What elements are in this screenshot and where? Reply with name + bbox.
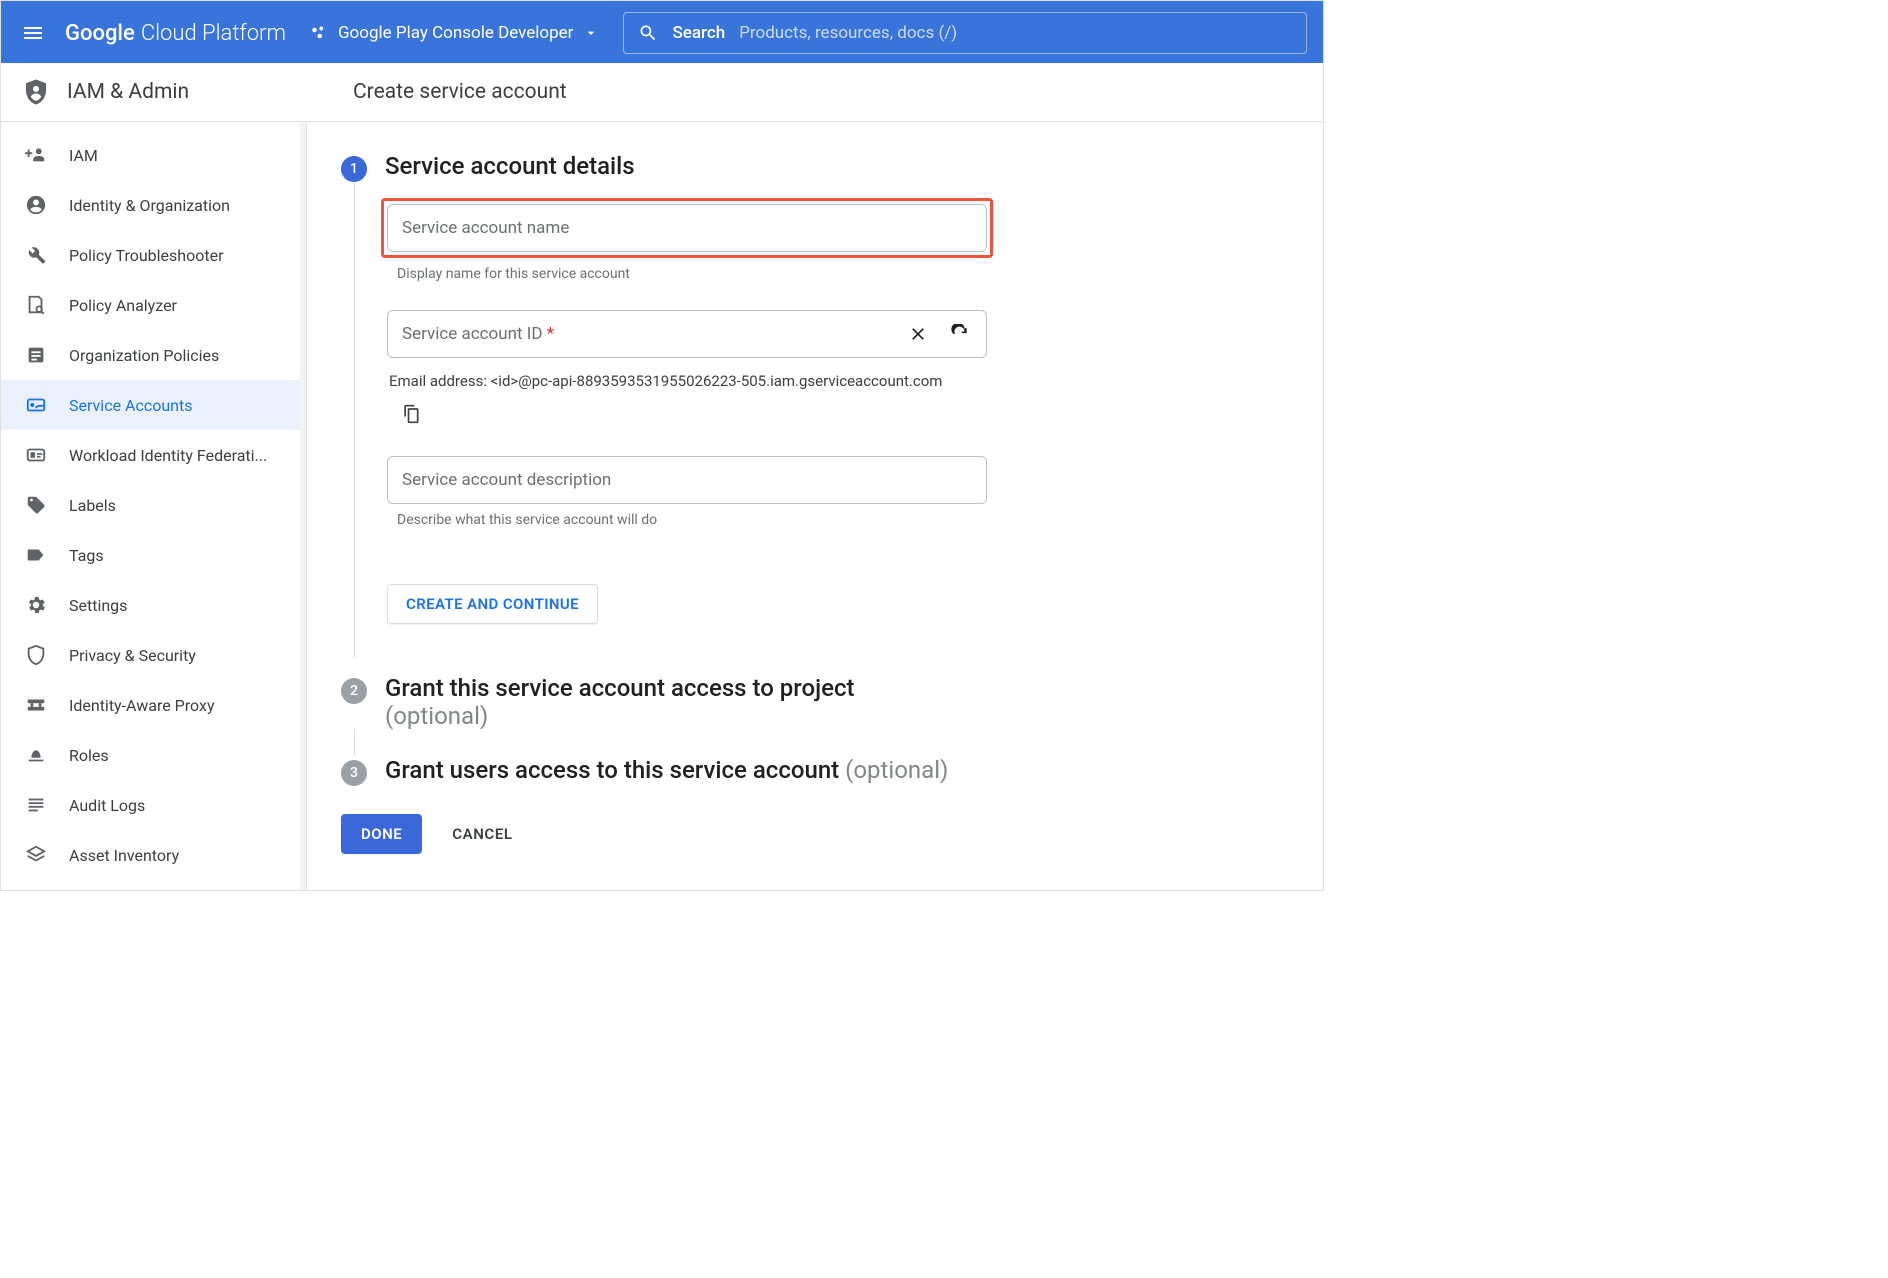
logo-google: Google — [65, 21, 135, 46]
logo-cloud-platform: Cloud Platform — [141, 21, 286, 46]
project-picker[interactable]: Google Play Console Developer — [302, 23, 607, 43]
gear-icon — [25, 594, 47, 616]
sidebar-scrollbar[interactable] — [300, 122, 306, 890]
service-account-name-helper: Display name for this service account — [387, 266, 987, 282]
sidebar-item-label: Asset Inventory — [69, 846, 179, 865]
sidebar-item-service-accounts[interactable]: Service Accounts — [1, 380, 306, 430]
service-account-icon — [25, 394, 47, 416]
iam-shield-icon — [21, 77, 51, 107]
service-account-name-input[interactable] — [387, 204, 987, 252]
sidebar-item-tags[interactable]: Tags — [1, 530, 306, 580]
sidebar-item-label: Policy Troubleshooter — [69, 246, 224, 265]
tag-icon — [25, 494, 47, 516]
sidebar-item-identity-org[interactable]: Identity & Organization — [1, 180, 306, 230]
menu-button[interactable] — [17, 17, 49, 49]
required-mark: * — [547, 324, 554, 344]
service-account-name-highlight — [381, 198, 993, 258]
service-account-description-input[interactable] — [387, 456, 987, 504]
label-arrow-icon — [25, 544, 47, 566]
project-name: Google Play Console Developer — [338, 23, 573, 43]
step-2-header[interactable]: 2 Grant this service account access to p… — [341, 674, 1323, 730]
sidebar-item-label: Service Accounts — [69, 396, 192, 415]
wrench-icon — [25, 244, 47, 266]
done-button[interactable]: DONE — [341, 814, 422, 854]
page-title: Create service account — [353, 80, 567, 104]
lines-icon — [25, 794, 47, 816]
refresh-icon — [950, 324, 970, 344]
account-circle-icon — [25, 194, 47, 216]
search-label: Search — [672, 23, 725, 43]
page-actions: DONE CANCEL — [307, 814, 1323, 854]
cancel-button[interactable]: CANCEL — [452, 825, 512, 843]
sidebar-item-roles[interactable]: Roles — [1, 730, 306, 780]
hamburger-icon — [21, 21, 45, 45]
sidebar-item-label: IAM — [69, 146, 98, 165]
hat-icon — [25, 744, 47, 766]
sidebar-item-org-policies[interactable]: Organization Policies — [1, 330, 306, 380]
step-3-optional: (optional) — [845, 756, 948, 784]
service-account-id-placeholder: Service account ID — [402, 324, 543, 344]
search-bar[interactable]: Search — [623, 12, 1307, 54]
clear-id-button[interactable] — [906, 322, 930, 346]
step-1-title: Service account details — [385, 152, 635, 180]
copy-icon — [401, 404, 421, 424]
step-1-header: 1 Service account details — [341, 152, 1323, 182]
sidebar-item-label: Labels — [69, 496, 116, 515]
service-account-id-input[interactable]: Service account ID * — [387, 310, 987, 358]
sidebar-item-label: Identity & Organization — [69, 196, 230, 215]
step-2-title: Grant this service account access to pro… — [385, 674, 854, 702]
sidebar-item-workload-identity[interactable]: Workload Identity Federati... — [1, 430, 306, 480]
sidebar-item-label: Settings — [69, 596, 127, 615]
sidebar-item-asset-inventory[interactable]: Asset Inventory — [1, 830, 306, 880]
step-3-number: 3 — [341, 760, 367, 786]
sidebar-item-iap[interactable]: Identity-Aware Proxy — [1, 680, 306, 730]
create-and-continue-button[interactable]: CREATE AND CONTINUE — [387, 584, 598, 624]
project-dots-icon — [310, 24, 328, 42]
section-header: IAM & Admin Create service account — [1, 63, 1323, 122]
shield-outline-icon — [25, 644, 47, 666]
gcp-logo[interactable]: Google Cloud Platform — [65, 21, 286, 46]
sidebar-item-labels[interactable]: Labels — [1, 480, 306, 530]
id-card-icon — [25, 444, 47, 466]
service-account-description-helper: Describe what this service account will … — [387, 512, 987, 528]
doc-search-icon — [25, 294, 47, 316]
step-2-number: 2 — [341, 678, 367, 704]
sidebar-item-privacy-security[interactable]: Privacy & Security — [1, 630, 306, 680]
regenerate-id-button[interactable] — [948, 322, 972, 346]
sidebar-item-label: Privacy & Security — [69, 646, 196, 665]
step-1-number: 1 — [341, 156, 367, 182]
sidebar-nav: IAM Identity & Organization Policy Troub… — [1, 122, 307, 890]
step-2-connector — [354, 730, 1323, 756]
step-3-title: Grant users access to this service accou… — [385, 756, 845, 784]
sidebar-item-label: Roles — [69, 746, 109, 765]
copy-email-button[interactable] — [399, 402, 423, 426]
search-icon — [638, 23, 658, 43]
sidebar-item-label: Audit Logs — [69, 796, 145, 815]
main-content: 1 Service account details Display name f… — [307, 122, 1323, 890]
sidebar-item-label: Identity-Aware Proxy — [69, 696, 215, 715]
step-2-optional: (optional) — [385, 702, 488, 730]
chevron-down-icon — [583, 25, 599, 41]
step-1-body: Display name for this service account Se… — [354, 182, 1323, 658]
proxy-icon — [25, 694, 47, 716]
sidebar-item-iam[interactable]: IAM — [1, 130, 306, 180]
list-icon — [25, 344, 47, 366]
sidebar-item-policy-analyzer[interactable]: Policy Analyzer — [1, 280, 306, 330]
top-app-bar: Google Cloud Platform Google Play Consol… — [1, 1, 1323, 63]
sidebar-item-policy-troubleshooter[interactable]: Policy Troubleshooter — [1, 230, 306, 280]
person-add-icon — [25, 144, 47, 166]
layers-icon — [25, 844, 47, 866]
sidebar-item-label: Organization Policies — [69, 346, 219, 365]
section-title: IAM & Admin — [67, 80, 189, 104]
sidebar-item-label: Tags — [69, 546, 104, 565]
sidebar-item-label: Policy Analyzer — [69, 296, 177, 315]
step-3-header[interactable]: 3 Grant users access to this service acc… — [341, 756, 1323, 786]
search-input[interactable] — [739, 23, 1292, 43]
service-account-email-helper: Email address: <id>@pc-api-8893593531955… — [387, 372, 987, 390]
sidebar-item-audit-logs[interactable]: Audit Logs — [1, 780, 306, 830]
close-icon — [908, 324, 928, 344]
sidebar-item-label: Workload Identity Federati... — [69, 446, 267, 465]
sidebar-item-settings[interactable]: Settings — [1, 580, 306, 630]
